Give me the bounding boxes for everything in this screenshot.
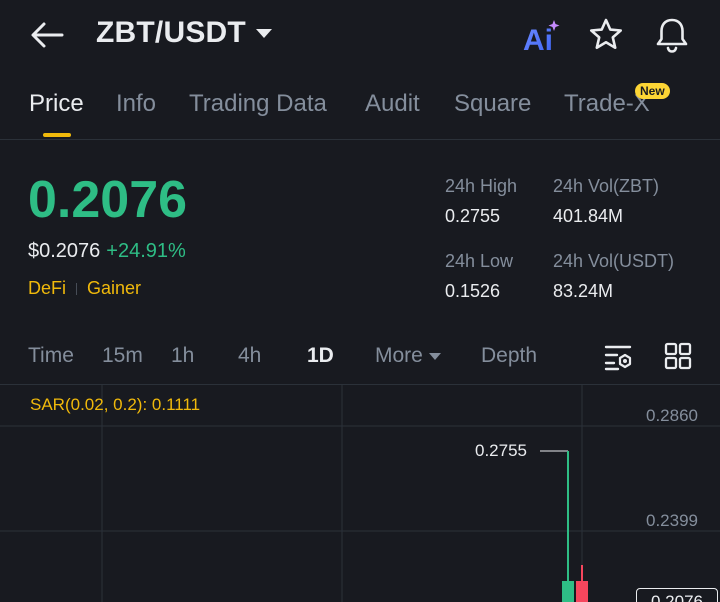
interval-time[interactable]: Time — [28, 344, 74, 368]
vol-base-value: 401.84M — [553, 206, 624, 226]
ai-icon: Ai — [523, 20, 560, 57]
low-24h-label: 24h Low — [445, 251, 514, 271]
caret-down-icon — [428, 352, 441, 360]
candle-body-down — [576, 581, 588, 602]
price-axis-label: 0.2860 — [646, 406, 698, 425]
high-24h-value: 0.2755 — [445, 206, 501, 226]
header: ZBT/USDT Ai — [0, 0, 720, 70]
chart-settings-button[interactable] — [604, 342, 634, 372]
interval-1d[interactable]: 1D — [307, 344, 334, 368]
tab-trading-data[interactable]: Trading Data — [189, 90, 327, 118]
interval-15m[interactable]: 15m — [102, 344, 143, 368]
high-24h-label: 24h High — [445, 176, 518, 196]
kline-chart-canvas — [0, 385, 720, 602]
tag-gainer[interactable]: Gainer — [87, 278, 141, 299]
favorite-button[interactable] — [588, 17, 624, 53]
tag-defi[interactable]: DeFi — [28, 278, 66, 299]
vol-quote-label: 24h Vol(USDT) — [553, 251, 675, 271]
token-tags: DeFi Gainer — [28, 278, 141, 299]
svg-text:Ai: Ai — [523, 24, 553, 54]
bell-icon — [656, 18, 688, 53]
tab-price[interactable]: Price — [29, 90, 84, 118]
interval-more-label: More — [375, 344, 423, 367]
high-price-marker: 0.2755 — [475, 441, 527, 460]
vol-base-label: 24h Vol(ZBT) — [553, 176, 660, 196]
tag-divider — [76, 282, 78, 295]
sar-indicator-label: SAR(0.02, 0.2): 0.1111 — [30, 395, 201, 414]
market-detail-screen: ZBT/USDT Ai Price Info Trading Data Audi… — [0, 0, 720, 602]
indicator-settings-icon — [604, 345, 632, 371]
new-badge: New — [635, 83, 670, 99]
back-button[interactable] — [28, 18, 66, 52]
fiat-price: $0.2076 — [28, 240, 101, 262]
back-arrow-icon — [31, 22, 64, 48]
candle-body-up — [562, 581, 574, 602]
pair-title: ZBT/USDT — [96, 16, 246, 49]
kline-chart[interactable]: SAR(0.02, 0.2): 0.1111 0.2860 0.2399 0.2… — [0, 384, 720, 602]
detail-tabs: Price Info Trading Data Audit Square Tra… — [0, 70, 720, 140]
star-icon — [590, 18, 622, 49]
grid-icon — [664, 342, 692, 370]
pair-selector[interactable]: ZBT/USDT — [96, 16, 272, 50]
ai-assistant-button[interactable]: Ai — [522, 18, 562, 57]
interval-more[interactable]: More — [375, 344, 441, 368]
caret-down-icon — [255, 28, 272, 38]
notification-button[interactable] — [654, 16, 690, 54]
last-price: 0.2076 — [28, 171, 188, 229]
price-axis-label: 0.2399 — [646, 511, 698, 530]
low-24h-value: 0.1526 — [445, 281, 501, 301]
fiat-price-row: $0.2076 +24.91% — [28, 240, 186, 263]
tab-info[interactable]: Info — [116, 90, 156, 118]
interval-1h[interactable]: 1h — [171, 344, 194, 368]
vol-quote-value: 83.24M — [553, 281, 614, 301]
tab-square[interactable]: Square — [454, 90, 531, 118]
layout-grid-button[interactable] — [664, 342, 692, 370]
last-price-tag: 0.2076 — [636, 588, 718, 602]
price-change-percent: +24.91% — [106, 240, 186, 262]
interval-depth[interactable]: Depth — [481, 344, 537, 368]
active-tab-indicator — [43, 133, 71, 137]
tab-audit[interactable]: Audit — [365, 90, 420, 118]
interval-4h[interactable]: 4h — [238, 344, 261, 368]
